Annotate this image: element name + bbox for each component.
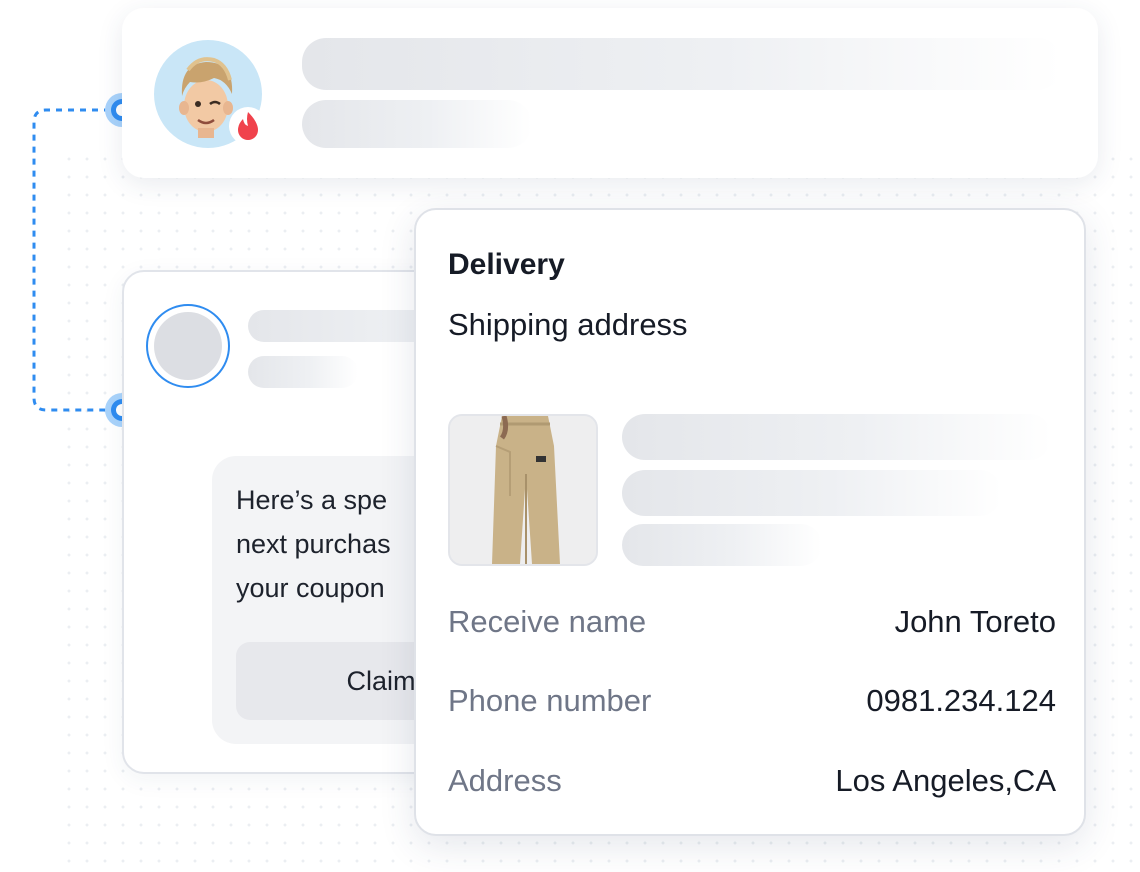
skeleton-line	[622, 470, 1002, 516]
field-label: Address	[448, 763, 562, 798]
pants-product-image	[448, 414, 598, 566]
memoji-avatar-icon	[154, 40, 267, 148]
contact-card[interactable]	[122, 8, 1098, 178]
field-value: Los Angeles,CA	[835, 763, 1056, 798]
field-value: John Toreto	[894, 604, 1056, 639]
field-row-phone-number: Phone number 0981.234.124	[448, 683, 1056, 723]
skeleton-line	[302, 100, 532, 148]
skeleton-line	[622, 414, 1052, 460]
field-label: Phone number	[448, 683, 652, 718]
skeleton-line	[622, 524, 822, 566]
field-row-address: Address Los Angeles,CA	[448, 763, 1056, 803]
shipping-address-heading: Shipping address	[448, 307, 688, 342]
field-label: Receive name	[448, 604, 647, 639]
avatar	[146, 304, 230, 388]
field-value: 0981.234.124	[866, 683, 1056, 718]
delivery-title: Delivery	[448, 248, 565, 281]
skeleton-line	[248, 356, 358, 388]
field-row-receive-name: Receive name John Toreto	[448, 604, 1056, 644]
skeleton-line	[302, 38, 1062, 90]
avatar-placeholder	[154, 312, 222, 380]
delivery-card: Delivery Shipping address Receive name J…	[414, 208, 1086, 836]
flame-badge-icon	[229, 107, 267, 145]
